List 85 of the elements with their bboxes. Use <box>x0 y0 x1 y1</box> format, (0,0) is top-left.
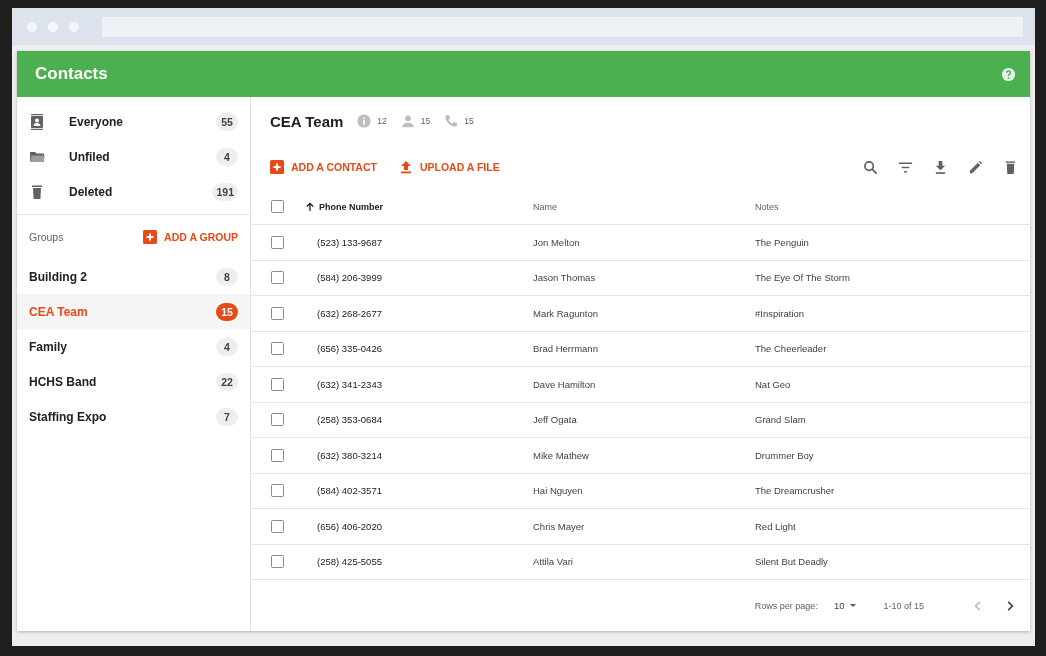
groups-label: Groups <box>29 231 64 243</box>
sort-arrow-icon[interactable] <box>305 201 315 212</box>
table-cell-text: Nat Geo <box>755 378 792 390</box>
app-title: Contacts <box>35 64 108 84</box>
table-cell-text: (632) 268-2677 <box>316 307 383 319</box>
row-checkbox[interactable] <box>271 413 284 427</box>
person-icon <box>400 114 415 128</box>
sidebar-item-label: Everyone <box>69 114 125 129</box>
table-cell-text: (656) 335-0426 <box>316 343 383 355</box>
phone-count: 15 <box>464 116 474 126</box>
page-range: 1-10 of 15 <box>883 600 924 611</box>
table-cell-text: The Eye Of The Storm <box>755 272 851 284</box>
contact-card-icon <box>29 113 45 130</box>
download-icon[interactable] <box>933 159 948 175</box>
table-cell-text: (632) 341-2343 <box>316 378 383 390</box>
add-group-button[interactable]: ADD A GROUP <box>143 230 238 244</box>
group-item[interactable]: Family 4 <box>17 329 250 364</box>
plus-icon <box>143 230 158 244</box>
trash-icon <box>29 183 45 200</box>
table-cell-text: Mike Mathew <box>533 449 590 461</box>
group-item[interactable]: Building 2 8 <box>17 259 250 294</box>
count-badge: 191 <box>212 182 238 201</box>
row-checkbox[interactable] <box>271 306 284 320</box>
rows-per-page-dropdown[interactable]: 10 <box>833 600 858 611</box>
sidebar-item-label: Unfiled <box>69 149 111 164</box>
table-cell-text: Silent But Deadly <box>755 556 829 568</box>
help-icon[interactable] <box>1001 66 1016 82</box>
table-cell-text: (632) 380-3214 <box>316 449 383 461</box>
phone-icon <box>444 114 459 128</box>
sidebar-item[interactable]: Deleted 191 <box>17 174 250 209</box>
table-cell-text: Jeff Ogata <box>533 414 578 426</box>
group-item[interactable]: HCHS Band 22 <box>17 364 250 399</box>
column-header[interactable]: Name <box>533 201 755 212</box>
group-item[interactable]: Staffing Expo 7 <box>17 399 250 434</box>
row-checkbox[interactable] <box>271 271 284 285</box>
sidebar-item[interactable]: Everyone 55 <box>17 104 250 139</box>
edit-icon[interactable] <box>968 159 983 175</box>
table-cell-text: (523) 133-9687 <box>316 236 383 248</box>
row-checkbox[interactable] <box>271 519 284 533</box>
row-checkbox[interactable] <box>271 377 284 391</box>
upload-file-button[interactable]: UPLOAD A FILE <box>398 160 500 174</box>
table-cell-text: Jon Melton <box>533 236 581 248</box>
table-cell-text: Mark Ragunton <box>533 307 599 319</box>
row-checkbox[interactable] <box>271 342 284 356</box>
table-cell-text: Brad Herrmann <box>533 343 599 355</box>
sidebar-item[interactable]: Unfiled 4 <box>17 139 250 174</box>
table-cell-text: Red Light <box>755 520 797 532</box>
upload-icon <box>398 160 413 174</box>
column-header[interactable]: Notes <box>755 201 1030 212</box>
table-cell-text: (258) 353-0684 <box>316 414 383 426</box>
table-cell-text: (584) 402-3571 <box>316 485 383 497</box>
trash-icon[interactable] <box>1003 159 1018 175</box>
table-cell-text: (584) 206-3999 <box>316 272 383 284</box>
table-cell-text: Jason Thomas <box>533 272 597 284</box>
table-cell-text: (656) 406-2020 <box>316 520 383 532</box>
table-cell-text: (258) 425-5055 <box>316 556 383 568</box>
row-checkbox[interactable] <box>271 235 284 249</box>
count-badge: 55 <box>216 112 238 131</box>
group-item[interactable]: CEA Team 15 <box>17 294 250 329</box>
column-header[interactable]: Phone Number <box>319 201 383 212</box>
caret-icon <box>849 603 858 608</box>
row-checkbox[interactable] <box>271 484 284 498</box>
info-count: 12 <box>377 116 387 126</box>
row-checkbox[interactable] <box>271 555 284 569</box>
table-cell-text: Dave Hamilton <box>533 378 597 390</box>
table-cell-text: Hai Nguyen <box>533 485 584 497</box>
people-count: 15 <box>420 116 431 126</box>
sidebar-item-label: Deleted <box>69 184 114 199</box>
table-cell-text: #Inspiration <box>755 307 806 319</box>
plus-icon <box>270 160 284 174</box>
table-cell-text: Chris Mayer <box>533 520 586 532</box>
search-icon[interactable] <box>863 159 878 175</box>
table-cell-text: The Penguin <box>755 236 810 248</box>
add-contact-button[interactable]: ADD A CONTACT <box>270 160 377 174</box>
table-cell-text: Grand Slam <box>755 414 807 426</box>
table-cell-text: The Dreamcrusher <box>755 485 836 497</box>
table-cell-text: Drummer Boy <box>755 449 815 461</box>
table-cell-text: Attila Vari <box>533 556 574 568</box>
info-icon <box>357 114 372 128</box>
rows-per-page-label: Rows per page: <box>754 600 818 611</box>
group-title: CEA Team <box>270 112 344 130</box>
count-badge: 4 <box>216 147 238 166</box>
select-all-checkbox[interactable] <box>271 200 284 213</box>
table-cell-text: The Cheerleader <box>755 343 828 355</box>
row-checkbox[interactable] <box>271 448 284 462</box>
